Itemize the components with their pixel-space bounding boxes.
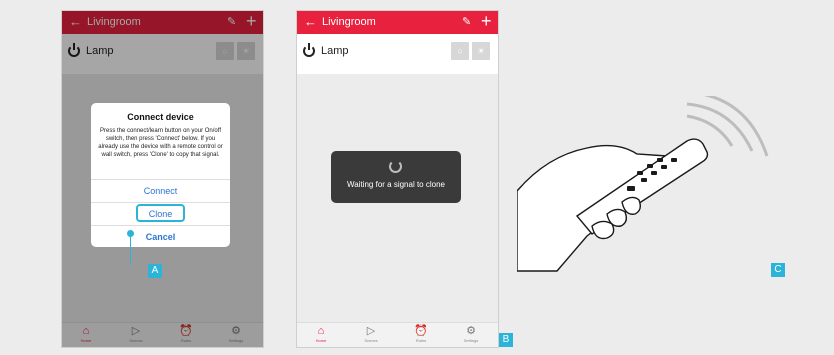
tab-home[interactable]: ⌂ Home <box>301 325 341 344</box>
tab-rules[interactable]: ⏰ Rules <box>401 325 441 344</box>
callout-line <box>130 235 131 265</box>
play-icon: ▷ <box>366 325 376 337</box>
spinner-icon <box>389 160 402 173</box>
connect-device-dialog: Connect device Press the connect/learn b… <box>91 103 230 247</box>
lamp-off-button[interactable]: ○ <box>451 42 469 60</box>
back-arrow-icon[interactable]: ← <box>304 14 317 30</box>
phone-screen-waiting: ← Livingroom ✎ + Lamp ○ ☀ Waiting for a … <box>296 10 499 348</box>
marker-b: B <box>499 333 513 347</box>
tab-label: Rules <box>415 338 427 343</box>
tab-bar: ⌂ Home ▷ Scenes ⏰ Rules ⚙ Settings <box>297 322 498 347</box>
hand-icon <box>517 138 709 272</box>
add-icon[interactable]: + <box>481 12 492 30</box>
home-icon: ⌂ <box>317 325 325 337</box>
tab-label: Settings <box>463 338 479 343</box>
tab-scenes[interactable]: ▷ Scenes <box>351 325 391 344</box>
dialog-title: Connect device <box>127 112 194 122</box>
device-name: Lamp <box>321 45 349 57</box>
device-row-lamp[interactable]: Lamp ○ ☀ <box>297 34 498 74</box>
edit-pencil-icon[interactable]: ✎ <box>462 15 471 29</box>
app-header: ← Livingroom ✎ + <box>297 11 498 34</box>
lamp-on-button[interactable]: ☀ <box>472 42 490 60</box>
gear-icon: ⚙ <box>466 325 476 337</box>
marker-c: C <box>771 263 785 277</box>
tab-label: Home <box>315 338 327 343</box>
alarm-icon: ⏰ <box>414 325 428 337</box>
device-list-area: Waiting for a signal to clone <box>297 74 498 324</box>
tab-settings[interactable]: ⚙ Settings <box>451 325 491 344</box>
connect-button[interactable]: Connect <box>91 179 230 202</box>
tab-label: Scenes <box>364 338 378 343</box>
power-icon <box>303 43 315 57</box>
clone-highlight <box>136 204 185 222</box>
phone-screen-connect-dialog: ← Livingroom ✎ + Lamp ○ ☀ ⌂ Home ▷ Scene… <box>61 10 264 348</box>
marker-a: A <box>148 264 162 278</box>
instruction-figure: ← Livingroom ✎ + Lamp ○ ☀ ⌂ Home ▷ Scene… <box>0 0 834 355</box>
toast-message: Waiting for a signal to clone <box>347 180 445 189</box>
dialog-message: Press the connect/learn button on your O… <box>98 128 223 158</box>
waiting-toast: Waiting for a signal to clone <box>331 151 461 203</box>
cancel-button[interactable]: Cancel <box>91 225 230 247</box>
hand-remote-illustration <box>517 96 769 272</box>
header-title: Livingroom <box>322 16 376 28</box>
